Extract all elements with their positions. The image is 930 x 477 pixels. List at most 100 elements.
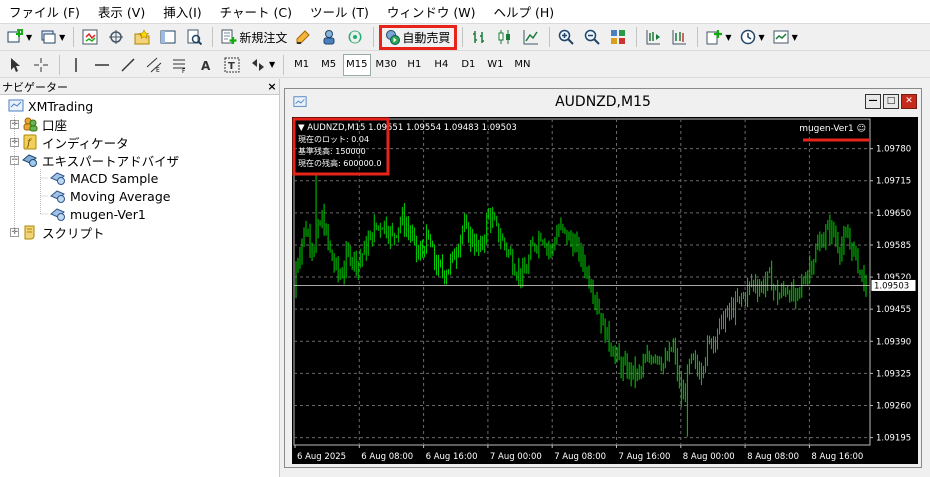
- menu-bar: ファイル (F) 表示 (V) 挿入(I) チャート (C) ツール (T) ウ…: [0, 0, 930, 24]
- text-button[interactable]: A: [195, 54, 219, 76]
- window-controls: — □ ✕: [865, 94, 917, 109]
- collapse-icon[interactable]: −: [10, 155, 19, 165]
- time-axis: 6 Aug 2025 6 Aug 08:00 6 Aug 16:00 7 Aug 00…: [294, 445, 863, 462]
- price-chart[interactable]: 1.09780 1.09715 1.09650 1.09585 1.09520 1.094…: [292, 117, 918, 464]
- expand-icon[interactable]: +: [10, 137, 19, 147]
- vertical-line-button[interactable]: [65, 54, 89, 76]
- trendline-button[interactable]: [117, 54, 141, 76]
- cursor-button[interactable]: [4, 54, 28, 76]
- equidistant-channel-button[interactable]: E: [143, 54, 167, 76]
- new-order-button[interactable]: 新規注文: [218, 26, 290, 48]
- line-chart-icon: [523, 30, 539, 45]
- tree-item-expert-advisors[interactable]: − エキスパートアドバイザ: [10, 151, 179, 169]
- indicators-button[interactable]: ▼: [703, 26, 734, 48]
- text-label-button[interactable]: T: [221, 54, 245, 76]
- time-tick-label: 8 Aug 00:00: [683, 452, 735, 462]
- time-tick-label: 7 Aug 00:00: [490, 452, 542, 462]
- price-tick-label: 1.09195: [876, 434, 911, 444]
- timeframe-m5[interactable]: M5: [316, 54, 341, 76]
- autoscroll-button[interactable]: [668, 26, 692, 48]
- tree-item-label: Moving Average: [70, 188, 171, 204]
- autoscroll-icon: [672, 30, 687, 45]
- horizontal-line-button[interactable]: [91, 54, 115, 76]
- menu-file[interactable]: ファイル (F): [0, 2, 89, 21]
- chevron-down-icon: ▼: [269, 60, 276, 69]
- timeframe-m1[interactable]: M1: [289, 54, 314, 76]
- navigator-button[interactable]: [131, 26, 155, 48]
- expand-icon[interactable]: +: [10, 119, 19, 129]
- zoom-in-button[interactable]: [555, 26, 579, 48]
- arrows-button[interactable]: ▼: [247, 54, 278, 76]
- profiles-button[interactable]: ▼: [37, 26, 68, 48]
- price-tick-label: 1.09260: [876, 401, 911, 411]
- timeframe-h4[interactable]: H4: [429, 54, 454, 76]
- community-button[interactable]: [318, 26, 342, 48]
- chart-window-title: AUDNZD,M15: [555, 94, 651, 110]
- timeframe-h1[interactable]: H1: [402, 54, 427, 76]
- market-watch-button[interactable]: [79, 26, 103, 48]
- price-tick-label: 1.09325: [876, 369, 911, 379]
- menu-tools[interactable]: ツール (T): [301, 2, 378, 21]
- signals-button[interactable]: [344, 26, 368, 48]
- text-icon: A: [201, 59, 211, 73]
- chart-shift-button[interactable]: [642, 26, 666, 48]
- timeframe-d1[interactable]: D1: [456, 54, 481, 76]
- crosshair-icon: [34, 57, 48, 72]
- ea-base-balance-line: 基準残高: 150000: [298, 146, 366, 156]
- crosshair-icon: [109, 30, 124, 44]
- periods-button[interactable]: ▼: [737, 26, 768, 48]
- tree-item-macd-sample[interactable]: MACD Sample: [50, 169, 158, 187]
- fibonacci-icon: F: [173, 59, 186, 73]
- time-tick-label: 6 Aug 08:00: [361, 452, 413, 462]
- auto-trading-button[interactable]: 自動売買: [379, 24, 458, 50]
- crosshair-button[interactable]: [30, 54, 54, 76]
- expert-advisors-icon: [22, 154, 37, 167]
- chart-window-titlebar[interactable]: AUDNZD,M15 — □ ✕: [285, 89, 921, 115]
- templates-button[interactable]: ▼: [770, 26, 801, 48]
- maximize-button[interactable]: □: [883, 94, 899, 109]
- price-tick-label: 1.09715: [876, 177, 911, 187]
- menu-window[interactable]: ウィンドウ (W): [378, 2, 485, 21]
- fibonacci-button[interactable]: F: [169, 54, 193, 76]
- expand-icon[interactable]: +: [10, 227, 19, 237]
- terminal-button[interactable]: [157, 26, 181, 48]
- menu-insert[interactable]: 挿入(I): [154, 2, 210, 21]
- menu-view[interactable]: 表示 (V): [89, 2, 154, 21]
- zoom-out-button[interactable]: [581, 26, 605, 48]
- tester-icon: [187, 29, 203, 45]
- navigator-title: ナビゲーター: [2, 80, 68, 94]
- timeframe-m30[interactable]: M30: [373, 54, 400, 76]
- toolbar-separator: [283, 54, 285, 75]
- tree-item-moving-average[interactable]: Moving Average: [50, 187, 170, 205]
- menu-charts[interactable]: チャート (C): [211, 2, 301, 21]
- ea-lot-line: 現在のロット: 0.04: [298, 134, 369, 144]
- minimize-button[interactable]: —: [865, 94, 881, 109]
- tile-windows-button[interactable]: [607, 26, 631, 48]
- bar-chart-button[interactable]: [468, 26, 492, 48]
- timeframe-mn[interactable]: MN: [510, 54, 535, 76]
- tile-icon: [611, 30, 626, 44]
- metaeditor-button[interactable]: [292, 26, 316, 48]
- tree-item-mugen-ver1[interactable]: mugen-Ver1: [50, 205, 146, 223]
- auto-trading-icon: [386, 30, 401, 45]
- tree-item-indicators[interactable]: + f インディケータ: [10, 133, 129, 151]
- timeframe-m15[interactable]: M15: [343, 53, 371, 76]
- toolbar-separator: [462, 27, 464, 47]
- line-chart-button[interactable]: [520, 26, 544, 48]
- market-watch-icon: [82, 29, 98, 45]
- timeframe-w1[interactable]: W1: [483, 54, 508, 76]
- strategy-tester-button[interactable]: [183, 26, 207, 48]
- line-studies-toolbar: E F A T ▼ M1 M5 M15 M30 H1 H4 D1 W1 MN: [0, 52, 930, 78]
- tree-root[interactable]: XMTrading: [8, 97, 93, 115]
- tree-item-scripts[interactable]: + スクリプト: [10, 223, 105, 241]
- bid-price-label: 1.09503: [874, 281, 909, 291]
- tree-item-accounts[interactable]: + 口座: [10, 115, 67, 133]
- menu-help[interactable]: ヘルプ (H): [484, 2, 563, 21]
- data-window-button[interactable]: [105, 26, 129, 48]
- candlestick-button[interactable]: [494, 26, 518, 48]
- new-chart-button[interactable]: ▼: [4, 26, 35, 48]
- expert-advisor-label[interactable]: mugen-Ver1 ☺: [799, 123, 866, 134]
- close-button[interactable]: ✕: [901, 94, 917, 109]
- expert-icon: [50, 172, 65, 185]
- navigator-close-button[interactable]: ×: [265, 80, 279, 93]
